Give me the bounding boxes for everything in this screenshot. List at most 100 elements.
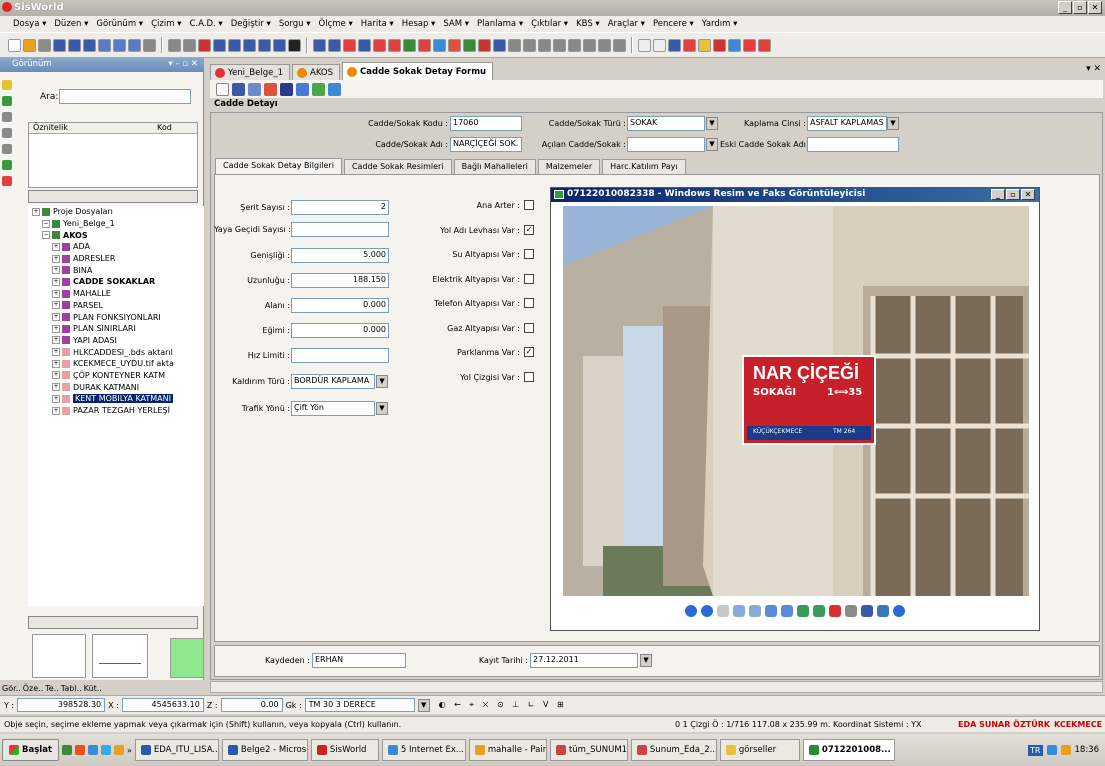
- viewer-maximize-button[interactable]: ▫: [1006, 189, 1020, 200]
- tarih-field[interactable]: 27.12.2011: [530, 653, 638, 668]
- delete-image-icon[interactable]: [829, 605, 841, 617]
- toolbar-tool-5-icon[interactable]: [83, 38, 96, 52]
- toolbar-tool-37-icon[interactable]: [553, 38, 566, 52]
- menu-item-5[interactable]: Değiştir ▾: [228, 19, 274, 29]
- quicklaunch-ie-icon[interactable]: [88, 745, 98, 755]
- menu-item-10[interactable]: SAM ▾: [440, 19, 472, 29]
- trafik-field[interactable]: Çift Yön: [291, 401, 375, 416]
- menu-item-12[interactable]: Çıktılar ▾: [528, 19, 571, 29]
- menu-item-4[interactable]: C.A.D. ▾: [186, 19, 225, 29]
- tree-item[interactable]: + KCEKMECE_UYDU.tif akta: [28, 358, 204, 370]
- green-dot-icon[interactable]: [2, 160, 12, 170]
- tree-item[interactable]: + PAZAR TEZGAH YERLEŞİ: [28, 405, 204, 417]
- more-icon[interactable]: »: [127, 746, 132, 755]
- taskbar-button[interactable]: SisWorld: [310, 739, 379, 761]
- taskbar-button[interactable]: 5 Internet Ex...: [381, 739, 466, 761]
- projection-field[interactable]: TM 30 3 DERECE: [304, 698, 415, 712]
- edit-icon[interactable]: [296, 82, 309, 96]
- toolbar-tool-17-icon[interactable]: [258, 38, 271, 52]
- save-icon[interactable]: [232, 82, 245, 96]
- toolbar-tool-35-icon[interactable]: [523, 38, 536, 52]
- menu-item-9[interactable]: Hesap ▾: [399, 19, 439, 29]
- taskbar-button[interactable]: 0712201008...: [802, 739, 895, 761]
- node-icon[interactable]: [2, 112, 12, 122]
- menu-item-0[interactable]: Dosya ▾: [10, 19, 49, 29]
- menu-item-14[interactable]: Araçlar ▾: [605, 19, 648, 29]
- tree-item[interactable]: + HLKCADDESI_.bds aktarıl: [28, 346, 204, 358]
- y-coordinate-field[interactable]: 398528.30: [17, 698, 106, 712]
- tree-scrollbar[interactable]: [28, 616, 198, 629]
- toolbar-tool-0-icon[interactable]: [8, 38, 21, 52]
- tree-item[interactable]: + MAHALLE: [28, 288, 204, 300]
- toolbar-tool-51-icon[interactable]: [758, 38, 771, 52]
- taskbar-button[interactable]: görseller: [719, 739, 800, 761]
- menu-item-11[interactable]: Planlama ▾: [474, 19, 526, 29]
- toolbar-tool-13-icon[interactable]: [198, 38, 211, 52]
- search-input[interactable]: [59, 89, 191, 104]
- tree-item[interactable]: + Proje Dosyaları: [28, 206, 204, 218]
- expand-icon[interactable]: −: [42, 231, 50, 240]
- expand-icon[interactable]: +: [52, 301, 60, 310]
- actual-size-icon[interactable]: [733, 605, 745, 617]
- z-coordinate-field[interactable]: 0.00: [220, 698, 283, 712]
- toolbar-tool-44-icon[interactable]: [653, 38, 666, 52]
- menu-item-8[interactable]: Harita ▾: [358, 19, 397, 29]
- checkbox[interactable]: [524, 371, 534, 382]
- checkbox[interactable]: [524, 273, 534, 284]
- rotate-ccw-icon[interactable]: [813, 605, 825, 617]
- horizontal-scrollbar[interactable]: [28, 190, 198, 203]
- menu-item-7[interactable]: Ölçme ▾: [316, 19, 356, 29]
- expand-icon[interactable]: +: [52, 324, 60, 333]
- rotate-cw-icon[interactable]: [797, 605, 809, 617]
- toolbar-tool-32-icon[interactable]: [478, 38, 491, 52]
- best-fit-icon[interactable]: [717, 605, 729, 617]
- quicklaunch-4-icon[interactable]: [114, 745, 124, 755]
- quicklaunch-2-icon[interactable]: [75, 745, 85, 755]
- toolbar-tool-3-icon[interactable]: [53, 38, 66, 52]
- toolbar-tool-7-icon[interactable]: [113, 38, 126, 52]
- kaplama-field[interactable]: ASFALT KAPLAMAS: [807, 116, 887, 131]
- alan-field[interactable]: 0.000: [291, 298, 389, 313]
- detail-tab[interactable]: Bağlı Mahalleleri: [453, 159, 536, 174]
- expand-icon[interactable]: +: [52, 359, 60, 368]
- tur-dropdown-icon[interactable]: ▼: [706, 117, 718, 130]
- viewer-close-button[interactable]: ✕: [1021, 189, 1035, 200]
- detail-tab[interactable]: Cadde Sokak Resimleri: [343, 159, 452, 174]
- checkbox[interactable]: [524, 200, 534, 210]
- checkbox[interactable]: [524, 298, 534, 308]
- save-image-icon[interactable]: [861, 605, 873, 617]
- expand-icon[interactable]: +: [52, 383, 60, 392]
- toolbar-tool-38-icon[interactable]: [568, 38, 581, 52]
- document-tab[interactable]: AKOS: [292, 64, 341, 80]
- tree-item[interactable]: − AKOS: [28, 229, 204, 241]
- toolbar-tool-49-icon[interactable]: [728, 38, 741, 52]
- toolbar-tool-26-icon[interactable]: [388, 38, 401, 52]
- quicklaunch-3-icon[interactable]: [101, 745, 111, 755]
- hiz-field[interactable]: [291, 348, 389, 363]
- document-tab[interactable]: Yeni_Belge_1: [210, 64, 290, 80]
- left-bottom-tab[interactable]: Küt..: [84, 684, 102, 693]
- expand-icon[interactable]: +: [52, 242, 60, 251]
- taskbar-button[interactable]: tüm_SUNUM17...: [549, 739, 628, 761]
- menu-item-3[interactable]: Çizim ▾: [148, 19, 184, 29]
- uzunluk-field[interactable]: 188.150: [291, 273, 389, 288]
- tur-field[interactable]: SOKAK: [627, 116, 705, 131]
- node3-icon[interactable]: [2, 144, 12, 154]
- toolbar-tool-11-icon[interactable]: [168, 38, 181, 52]
- delete-icon[interactable]: [280, 82, 293, 96]
- globe-icon[interactable]: [312, 82, 325, 96]
- expand-icon[interactable]: +: [52, 336, 60, 345]
- toolbar-tool-34-icon[interactable]: [508, 38, 521, 52]
- toolbar-tool-19-icon[interactable]: [288, 38, 301, 52]
- menu-item-16[interactable]: Yardım ▾: [699, 19, 741, 29]
- expand-icon[interactable]: +: [52, 277, 60, 286]
- maximize-button[interactable]: ▫: [1073, 1, 1087, 14]
- taskbar-button[interactable]: mahalle - Paint: [468, 739, 547, 761]
- select-arrow-icon[interactable]: [2, 96, 12, 106]
- trafik-dropdown-icon[interactable]: ▼: [376, 402, 388, 415]
- checkbox[interactable]: ✓: [524, 347, 534, 357]
- node2-icon[interactable]: [2, 128, 12, 138]
- left-bottom-tab[interactable]: Öze..: [23, 684, 44, 693]
- expand-icon[interactable]: +: [52, 348, 60, 357]
- tree-item[interactable]: + PLAN FONKSIYONLARI: [28, 311, 204, 323]
